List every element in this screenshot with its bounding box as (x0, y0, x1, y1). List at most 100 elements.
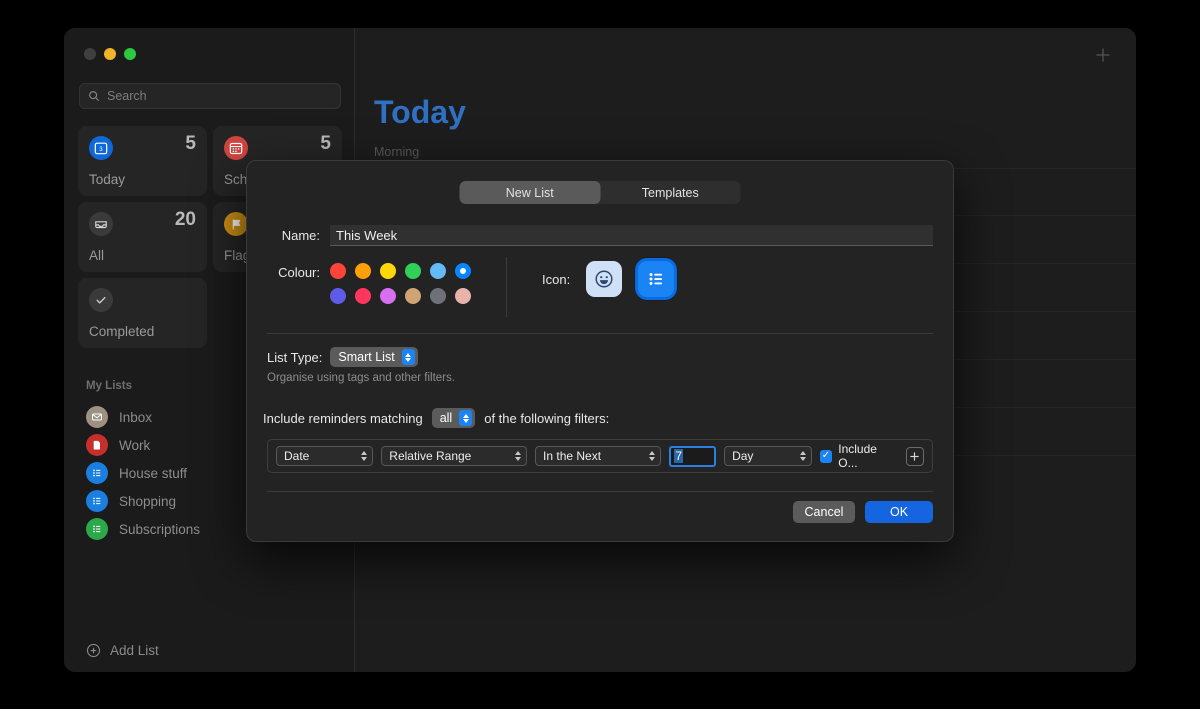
colour-swatch-grey[interactable] (430, 288, 446, 304)
name-label: Name: (281, 228, 320, 243)
filter-unit-select[interactable]: Day (724, 446, 812, 466)
check-circle-icon (89, 288, 113, 312)
divider-top (267, 333, 933, 334)
maximize-button[interactable] (124, 48, 136, 60)
colour-swatch-indigo[interactable] (330, 288, 346, 304)
svg-text:3: 3 (99, 146, 103, 153)
tab-new-list[interactable]: New List (459, 181, 600, 204)
add-list-button[interactable]: Add List (86, 643, 159, 658)
colour-swatch-pink[interactable] (355, 288, 371, 304)
match-suffix: of the following filters: (484, 410, 610, 426)
match-row: Include reminders matching all of the fo… (263, 408, 609, 428)
list-item-label: Inbox (119, 409, 153, 425)
smiley-icon (595, 270, 613, 288)
section-label-morning: Morning (374, 145, 420, 159)
document-icon (86, 434, 108, 456)
colour-swatch-tan[interactable] (405, 288, 421, 304)
list-item-label: Shopping (119, 493, 177, 509)
card-label: All (89, 248, 105, 263)
calendar-icon (224, 136, 248, 160)
close-button[interactable] (84, 48, 96, 60)
colour-swatch-yellow[interactable] (380, 263, 396, 279)
new-list-dialog: New List Templates Name: Colour: (246, 160, 954, 542)
list-item-label: Work (119, 437, 151, 453)
checkmark-icon: ✓ (819, 449, 833, 463)
include-overdue-checkbox[interactable]: ✓ Include O... (819, 442, 898, 470)
colour-swatch-red[interactable] (330, 263, 346, 279)
inbox-tray-icon (89, 212, 113, 236)
chevron-updown-icon (799, 451, 806, 461)
chevron-updown-icon (649, 451, 656, 461)
flag-icon (224, 212, 248, 236)
minimize-button[interactable] (104, 48, 116, 60)
colour-swatches (330, 261, 480, 311)
add-filter-button[interactable] (905, 446, 924, 466)
chevron-updown-icon (361, 451, 368, 461)
add-list-label: Add List (110, 643, 159, 658)
colour-swatch-light-blue[interactable] (430, 263, 446, 279)
filter-relation-select[interactable]: In the Next (535, 446, 662, 466)
list-icon-option[interactable] (638, 261, 675, 297)
search-input[interactable]: Search (79, 83, 341, 109)
match-value: all (439, 411, 453, 425)
list-item-label: House stuff (119, 465, 188, 481)
include-overdue-label: Include O... (838, 442, 877, 470)
chevron-updown-icon (515, 451, 522, 461)
chevron-updown-icon (459, 410, 473, 426)
tab-templates[interactable]: Templates (600, 181, 741, 204)
ok-button[interactable]: OK (865, 501, 933, 523)
filter-operator-select[interactable]: Relative Range (381, 446, 528, 466)
list-type-value: Smart List (338, 350, 395, 364)
card-all[interactable]: 20 All (78, 202, 207, 272)
colour-swatch-blue[interactable] (455, 263, 471, 279)
name-row: Name: (267, 225, 933, 246)
filter-amount-input[interactable]: 7 (669, 445, 717, 467)
add-reminder-button[interactable] (1092, 45, 1114, 67)
card-label: Sch (224, 172, 248, 187)
card-count: 5 (185, 133, 196, 154)
colour-swatch-purple[interactable] (380, 288, 396, 304)
list-name-input[interactable] (330, 225, 933, 246)
filter-amount-value: 7 (674, 449, 684, 463)
calendar-day-icon: 3 (89, 136, 113, 160)
filter-row: Date Relative Range In the Next 7 Day ✓ … (267, 439, 933, 473)
colour-swatch-orange[interactable] (355, 263, 371, 279)
plus-icon (910, 451, 919, 461)
list-item-label: Subscriptions (119, 521, 201, 537)
smiley-icon-option[interactable] (586, 261, 623, 297)
plus-icon (1096, 48, 1110, 62)
filter-field-value: Date (284, 449, 310, 463)
screen: Search 3 5 Today 5 Sch 20 All Flag Compl… (0, 0, 1200, 709)
list-type-helper: Organise using tags and other filters. (267, 372, 455, 384)
list-type-row: List Type: Smart List (267, 347, 418, 367)
cancel-button[interactable]: Cancel (793, 501, 855, 523)
dialog-tabs: New List Templates (459, 181, 741, 204)
filter-field-select[interactable]: Date (276, 446, 374, 466)
list-type-select[interactable]: Smart List (330, 347, 418, 367)
search-placeholder: Search (107, 89, 147, 103)
icon-picker: Icon: (542, 261, 675, 297)
colour-label: Colour: (278, 265, 320, 280)
colour-swatch-blush[interactable] (455, 288, 471, 304)
list-icon (649, 273, 663, 285)
chevron-updown-icon (401, 349, 415, 365)
card-today[interactable]: 3 5 Today (78, 126, 207, 196)
search-icon (89, 91, 100, 102)
vertical-divider (506, 257, 507, 317)
card-count: 5 (320, 133, 331, 154)
window-controls (84, 48, 136, 60)
card-label: Completed (89, 324, 155, 339)
plus-circle-icon (86, 643, 101, 658)
card-label: Today (89, 172, 126, 187)
divider-bottom (267, 491, 933, 492)
section-header-my-lists: My Lists (86, 380, 133, 392)
match-select[interactable]: all (431, 408, 476, 428)
list-icon (86, 518, 108, 540)
list-icon (86, 490, 108, 512)
dialog-buttons: Cancel OK (793, 501, 933, 523)
colour-swatch-green[interactable] (405, 263, 421, 279)
filter-relation-value: In the Next (543, 449, 602, 463)
card-completed[interactable]: Completed (78, 278, 207, 348)
card-count: 20 (174, 209, 196, 230)
match-prefix: Include reminders matching (263, 410, 423, 426)
